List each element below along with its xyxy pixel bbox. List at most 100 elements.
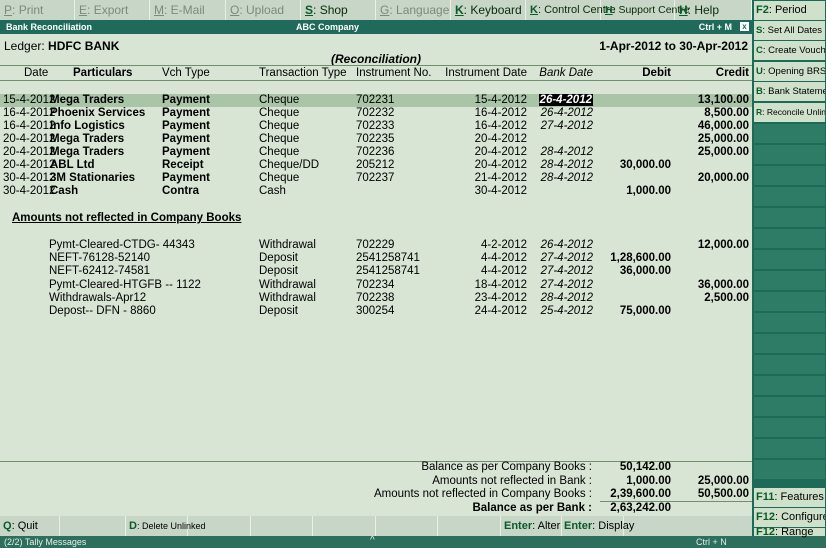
list-item[interactable]: Pymt-Cleared-HTGFB -- 1122 Withdrawal 7022… [0, 279, 752, 292]
shop-button[interactable]: S: Shop [301, 0, 376, 20]
table-row[interactable]: 20-4-2012 ABL Ltd Receipt Cheque/DD 205212 20… [0, 159, 752, 172]
empty-side-button [754, 418, 825, 437]
keyboard-button[interactable]: K: Keyboard [451, 0, 526, 20]
cell-particulars: NEFT-62412-74581 [49, 265, 151, 278]
col-transaction-type: Transaction Type [259, 67, 347, 79]
cell-transaction-type: Deposit [259, 305, 298, 317]
table-row[interactable]: 30-4-2012 Cash Contra Cash 30-4-2012 1,000.00 [0, 185, 752, 198]
cell-transaction-type: Cheque/DD [259, 159, 320, 171]
list-item[interactable]: Pymt-Cleared-CTDG- 44343 Withdrawal 702229… [0, 239, 752, 252]
chevron-up-icon[interactable]: ^ [370, 535, 375, 547]
set-all-dates-button[interactable]: S: Set All Dates [754, 21, 825, 40]
range-button[interactable]: F12: Range [754, 527, 825, 538]
list-item[interactable]: NEFT-62412-74581 Deposit 2541258741 4-4-201… [0, 265, 752, 278]
cell-debit: 30,000.00 [619, 159, 671, 171]
cell-instrument-no: 702229 [356, 239, 395, 251]
print-button[interactable]: P: Print [0, 0, 75, 20]
empty-button [376, 516, 438, 536]
cell-vch-type: Payment [162, 94, 210, 106]
cell-bank-date[interactable]: 26-4-2012 [538, 94, 593, 106]
column-header: Date Particulars Vch Type Transaction Ty… [0, 67, 752, 81]
cell-debit: 75,000.00 [619, 305, 671, 317]
language-button[interactable]: G: Language [376, 0, 451, 20]
cell-bank-date: 26-4-2012 [540, 239, 593, 251]
cell-instrument-no: 702235 [356, 133, 395, 145]
tally-messages[interactable]: (2/2) Tally Messages [4, 536, 86, 548]
create-voucher-button[interactable]: C: Create Voucher [754, 41, 825, 60]
control-centre-button[interactable]: K: Control Centre [526, 0, 616, 20]
cell-instrument-date: 20-4-2012 [474, 133, 527, 145]
total-debit: 50,142.00 [619, 461, 671, 473]
empty-side-button [754, 439, 825, 458]
export-button[interactable]: E: Export [75, 0, 150, 20]
cell-instrument-no: 2541258741 [356, 265, 420, 278]
empty-side-button [754, 124, 825, 143]
table-row[interactable]: 16-4-2012 Phoenix Services Payment Cheque 70… [0, 107, 752, 120]
cell-instrument-date: 16-4-2012 [474, 107, 527, 119]
col-vch-type: Vch Type [162, 67, 210, 79]
cell-transaction-type: Cheque [259, 94, 300, 106]
cell-particulars: Mega Traders [50, 133, 125, 145]
empty-side-button [754, 460, 825, 479]
table-row[interactable]: 20-4-2012 Mega Traders Payment Cheque 702235… [0, 133, 752, 146]
cell-bank-date: 28-4-2012 [540, 172, 593, 184]
upload-button[interactable]: O: Upload [226, 0, 301, 20]
opening-brs-button[interactable]: U: Opening BRS [754, 62, 825, 81]
cell-transaction-type: Withdrawal [259, 239, 316, 251]
reconcile-unlinked-button[interactable]: R: Reconcile Unlinked [754, 103, 825, 122]
cell-date: 20-4-2012 [3, 159, 56, 171]
cell-particulars: Pymt-Cleared-HTGFB -- 1122 [49, 278, 201, 291]
total-credit: 25,000.00 [697, 474, 749, 487]
empty-side-button [754, 229, 825, 248]
report-title: Bank Reconciliation [6, 22, 93, 32]
total-row: Amounts not reflected in Bank : 1,000.00 2… [0, 475, 752, 488]
cell-instrument-date: 16-4-2012 [474, 120, 527, 132]
support-centre-button[interactable]: H: Support Centre [601, 0, 690, 20]
configure-button[interactable]: F12: Configure [754, 508, 825, 527]
divider [0, 80, 752, 81]
bank-statement-button[interactable]: B: Bank Statement [754, 82, 825, 101]
cell-vch-type: Payment [162, 172, 210, 184]
features-button[interactable]: F11: Features [754, 488, 825, 507]
period-button[interactable]: F2: Period [754, 1, 825, 20]
empty-side-button [754, 271, 825, 290]
delete-unlinked-button[interactable]: D: Delete Unlinked [126, 516, 206, 536]
table-row[interactable]: 15-4-2012 Mega Traders Payment Cheque 702231… [0, 94, 752, 107]
cell-bank-date: 27-4-2012 [540, 252, 593, 265]
display-button[interactable]: Enter: Display [562, 516, 634, 536]
report-title-bar: Bank Reconciliation ABC Company Ctrl + M… [0, 20, 752, 34]
alter-button[interactable]: Enter: Alter [501, 516, 562, 536]
cell-debit: 1,000.00 [626, 185, 671, 197]
list-item[interactable]: Withdrawals-Apr12 Withdrawal 702238 23-4-20… [0, 292, 752, 305]
cell-transaction-type: Cheque [259, 107, 300, 119]
list-item[interactable]: Depost-- DFN - 8860 Deposit 300254 24-4-201… [0, 305, 752, 318]
cell-vch-type: Payment [162, 107, 210, 119]
table-row[interactable]: 30-4-2012 3M Stationaries Payment Cheque 702… [0, 172, 752, 185]
cell-date: 15-4-2012 [3, 94, 56, 106]
cell-transaction-type: Withdrawal [259, 291, 316, 304]
cell-transaction-type: Cash [259, 185, 286, 197]
cell-instrument-date: 23-4-2012 [474, 291, 527, 304]
close-icon[interactable]: x [740, 22, 749, 31]
cell-particulars: Phoenix Services [50, 107, 146, 119]
cell-credit: 25,000.00 [697, 146, 749, 158]
cell-bank-date: 28-4-2012 [540, 291, 593, 304]
ledger-info: Ledger: HDFC BANK [4, 39, 119, 53]
email-button[interactable]: M: E-Mail [150, 0, 226, 20]
empty-button [313, 516, 376, 536]
cell-credit: 12,000.00 [697, 239, 749, 251]
col-debit: Debit [642, 67, 671, 79]
table-row[interactable]: 16-4-2012 Info Logistics Payment Cheque 7022… [0, 120, 752, 133]
ledger-name: HDFC BANK [48, 39, 120, 53]
help-button[interactable]: H: Help [675, 0, 752, 20]
list-item[interactable]: NEFT-76128-52140 Deposit 2541258741 4-4-201… [0, 252, 752, 265]
empty-side-button [754, 292, 825, 311]
col-credit: Credit [715, 67, 749, 79]
total-debit: 2,63,242.00 [610, 501, 671, 514]
table-row[interactable]: 20-4-2012 Mega Traders Payment Cheque 702236… [0, 146, 752, 159]
quit-button[interactable]: Q: Quit [0, 516, 60, 536]
cell-particulars: Mega Traders [50, 146, 125, 158]
cell-instrument-no: 702231 [356, 94, 395, 106]
empty-button [188, 516, 251, 536]
empty-side-button [754, 166, 825, 185]
